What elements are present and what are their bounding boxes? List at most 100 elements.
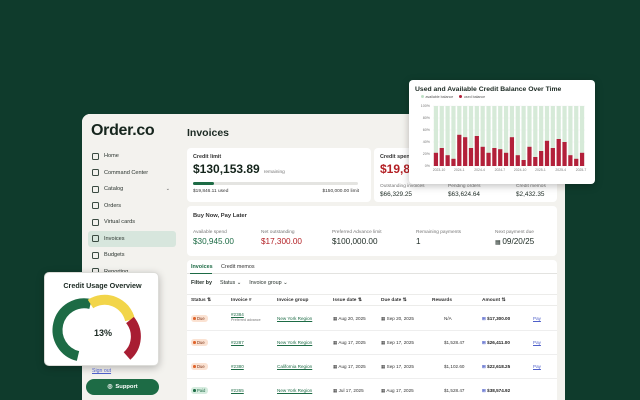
rewards-value: N/A [444, 316, 452, 321]
issue-date: Aug 20, 2025 [338, 316, 366, 321]
amount-value: $22,618.25 [487, 364, 511, 369]
bnpl-stat-label: Remaining payments [416, 230, 462, 235]
sidebar-item-budgets[interactable]: Budgets [88, 247, 176, 264]
invoice-link[interactable]: #2384 [231, 312, 244, 317]
column-header[interactable]: Status ⇅ [191, 298, 211, 303]
sidebar-item-command-center[interactable]: Command Center [88, 165, 176, 182]
orders-icon [92, 202, 99, 210]
pay-link[interactable]: Pay [533, 316, 541, 321]
credit-limit-card: Credit limit $130,153.89 remaining $19,8… [187, 148, 371, 202]
invoice-tabs: Invoices Credit memos [187, 260, 557, 274]
used-bar [480, 146, 485, 166]
credit-limit-text: $150,000.00 limit [322, 189, 359, 194]
x-tick-label: 2024-1 [454, 168, 465, 172]
used-bar [492, 148, 497, 166]
gauge-segment-low [52, 298, 92, 361]
used-bar [533, 157, 538, 166]
invoice-group-filter[interactable]: Invoice group ⌄ [249, 280, 287, 286]
issue-date: Aug 17, 2025 [338, 364, 366, 369]
invoice-link[interactable]: #2380 [231, 364, 244, 369]
used-bar [445, 155, 450, 166]
column-header[interactable]: Invoice # [231, 298, 252, 303]
invoice-link[interactable]: #2287 [231, 340, 244, 345]
tab-invoices[interactable]: Invoices [191, 264, 213, 270]
x-tick-label: 2025-7 [576, 168, 587, 172]
bnpl-stat: Available spend $30,945.00 [193, 230, 234, 246]
chevron-down-icon: ⌄ [283, 280, 288, 286]
column-header-label: Status [191, 298, 206, 303]
sort-icon: ⇅ [501, 298, 506, 303]
y-tick-label: 60% [423, 128, 431, 132]
available-bar [451, 106, 456, 166]
column-header[interactable]: Issue date ⇅ [333, 298, 362, 303]
invoice-group-link[interactable]: New York Region [277, 340, 312, 345]
x-tick-label: 2025-1 [535, 168, 546, 172]
used-bar [556, 139, 561, 166]
used-bar [457, 134, 462, 166]
column-header[interactable]: Rewards [432, 298, 452, 303]
status-filter[interactable]: Status ⌄ [220, 280, 241, 286]
invoice-group-link[interactable]: New York Region [277, 316, 312, 321]
issue-date: Aug 17, 2025 [338, 340, 366, 345]
table-row[interactable]: Due #2380 California Region ▦ Aug 17, 2025 ▦… [187, 355, 557, 379]
column-header[interactable]: Due date ⇅ [381, 298, 407, 303]
invoice-group-link[interactable]: New York Region [277, 388, 312, 393]
used-bar [498, 149, 503, 166]
sidebar-item-home[interactable]: Home [88, 148, 176, 165]
invoice-link[interactable]: #2265 [231, 388, 244, 393]
sort-icon: ⇅ [402, 298, 407, 303]
used-bar [486, 152, 491, 166]
credit-spend-label: Credit spend [380, 154, 413, 160]
sidebar-item-label: Virtual cards [104, 219, 135, 226]
sidebar-item-label: Invoices [104, 235, 125, 242]
tab-underline [190, 272, 212, 274]
sidebar-item-label: Budgets [104, 252, 125, 259]
table-row[interactable]: Paid #2265 New York Region ▦ Jul 17, 2025 ▦ … [187, 379, 557, 400]
credit-usage-fill [193, 182, 215, 185]
table-row[interactable]: Due #2287 New York Region ▦ Aug 17, 2025 ▦ S… [187, 331, 557, 355]
y-tick-label: 40% [423, 140, 431, 144]
sidebar-item-orders[interactable]: Orders [88, 198, 176, 215]
invoice-icon [92, 235, 99, 243]
bnpl-stat-label: Net outstanding [261, 230, 295, 235]
sidebar-item-virtual-cards[interactable]: Virtual cards [88, 214, 176, 231]
status-badge: Paid [191, 387, 209, 394]
column-header-label: Amount [482, 298, 501, 303]
credit-used-text: $19,846.11 used [193, 189, 229, 194]
spend-stat: Credit memos $2,432.35 [516, 184, 546, 198]
column-header[interactable]: Amount ⇅ [482, 298, 506, 303]
bnpl-stat-value: 1 [416, 237, 421, 246]
invoice-table-card: Invoices Credit memos Filter by Status ⌄… [187, 260, 557, 400]
column-header[interactable]: Invoice group [277, 298, 308, 303]
due-date: Aug 17, 2025 [386, 388, 414, 393]
used-bar [579, 152, 585, 166]
table-row[interactable]: Due #2384 Preferred advance New York Region… [187, 307, 557, 331]
credit-usage-card: Credit Usage Overview 13% [44, 272, 159, 366]
bnpl-stat-label: Next payment due [495, 230, 534, 235]
tab-credit-memos[interactable]: Credit memos [221, 264, 255, 270]
sidebar-item-invoices[interactable]: Invoices [88, 230, 176, 247]
credit-limit-label: Credit limit [193, 154, 222, 160]
bnpl-stat-value: $30,945.00 [193, 237, 234, 246]
gauge-value: 13% [94, 328, 112, 338]
sidebar-item-catalog[interactable]: Catalog ⌄ [88, 181, 176, 198]
invoice-note: Preferred advance [231, 318, 261, 322]
invoice-group-link[interactable]: California Region [277, 364, 312, 369]
used-bar [515, 155, 520, 166]
y-tick-label: 0% [425, 164, 431, 168]
used-bar [574, 158, 579, 166]
used-bar [527, 146, 532, 166]
page-title: Invoices [187, 127, 230, 139]
column-header-label: Invoice group [277, 298, 309, 303]
sign-out-link[interactable]: Sign out [92, 368, 111, 374]
pay-link[interactable]: Pay [533, 364, 541, 369]
bnpl-stat-value: $17,300.00 [261, 237, 302, 246]
pay-link[interactable]: Pay [533, 340, 541, 345]
available-bar [521, 106, 526, 166]
x-tick-label: 2025-4 [555, 168, 566, 172]
credit-balance-chart: 100% 80% 60% 40% 20% 0%2023-10 2024-1 2024-4 202… [421, 104, 587, 172]
filter-bar: Filter by Status ⌄ Invoice group ⌄ [191, 280, 288, 286]
support-button[interactable]: ◎ Support [86, 379, 159, 395]
status-badge: Due [191, 363, 208, 370]
spend-stat-label: Outstanding invoices [380, 184, 425, 189]
